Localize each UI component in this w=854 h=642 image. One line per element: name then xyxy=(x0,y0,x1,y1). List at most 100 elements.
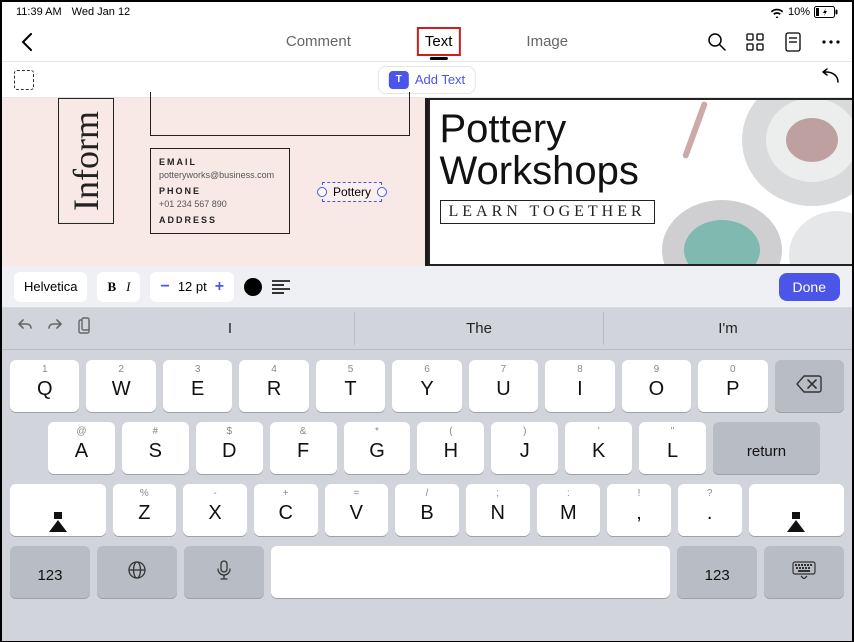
email-label: EMAIL xyxy=(159,157,281,167)
size-value: 12 pt xyxy=(178,279,207,294)
address-label: ADDRESS xyxy=(159,215,281,225)
align-button[interactable] xyxy=(272,280,290,294)
key-Q[interactable]: 1Q xyxy=(10,360,79,412)
page-left[interactable]: Inform EMAIL potteryworks@business.com P… xyxy=(2,98,425,266)
phone-value: +01 234 567 890 xyxy=(159,199,281,209)
battery-icon xyxy=(814,6,838,18)
key-A[interactable]: @A xyxy=(48,422,115,474)
key-H[interactable]: (H xyxy=(417,422,484,474)
back-button[interactable] xyxy=(12,27,42,57)
key-X[interactable]: -X xyxy=(183,484,247,536)
text-edit-box[interactable]: Pottery xyxy=(322,182,382,202)
key-.[interactable]: ?. xyxy=(678,484,742,536)
key-Y[interactable]: 6Y xyxy=(392,360,461,412)
tab-image[interactable]: Image xyxy=(520,29,574,54)
bold-button[interactable]: B xyxy=(107,279,116,295)
suggestion-3[interactable]: I'm xyxy=(604,312,852,345)
email-value: potteryworks@business.com xyxy=(159,170,281,180)
add-text-label: Add Text xyxy=(415,72,465,87)
key-,[interactable]: !, xyxy=(607,484,671,536)
key-123-right[interactable]: 123 xyxy=(677,546,757,598)
key-Z[interactable]: %Z xyxy=(113,484,177,536)
style-group: B I xyxy=(97,272,140,302)
kb-undo-icon[interactable] xyxy=(16,317,34,340)
suggestion-bar: I The I'm xyxy=(2,308,852,350)
screen: 11:39 AM Wed Jan 12 10% Comment Text Ima… xyxy=(0,0,854,642)
key-G[interactable]: *G xyxy=(344,422,411,474)
key-123-left[interactable]: 123 xyxy=(10,546,90,598)
shift-icon xyxy=(787,500,805,521)
add-text-button[interactable]: T Add Text xyxy=(378,66,476,94)
secondary-toolbar: T Add Text xyxy=(2,62,852,98)
key-return[interactable]: return xyxy=(713,422,820,474)
mic-icon xyxy=(217,560,231,585)
format-bar: Helvetica B I − 12 pt + Done xyxy=(2,266,852,308)
mode-tabs: Comment Text Image xyxy=(280,27,574,56)
page-right[interactable]: Pottery Workshops LEARN TOGETHER xyxy=(428,98,853,266)
key-space[interactable] xyxy=(271,546,671,598)
tab-text[interactable]: Text xyxy=(417,27,461,56)
key-K[interactable]: 'K xyxy=(565,422,632,474)
key-L[interactable]: "L xyxy=(639,422,706,474)
key-T[interactable]: 5T xyxy=(316,360,385,412)
globe-icon xyxy=(127,560,147,585)
font-selector[interactable]: Helvetica xyxy=(14,272,87,302)
top-frame xyxy=(150,92,410,136)
key-B[interactable]: /B xyxy=(395,484,459,536)
status-date: Wed Jan 12 xyxy=(72,6,131,18)
battery-percent: 10% xyxy=(788,6,810,18)
key-C[interactable]: +C xyxy=(254,484,318,536)
kb-clipboard-icon[interactable] xyxy=(76,317,92,340)
key-I[interactable]: 8I xyxy=(545,360,614,412)
inform-heading: Inform xyxy=(58,98,114,224)
grid-icon[interactable] xyxy=(744,31,766,53)
wifi-icon xyxy=(770,7,784,18)
done-button[interactable]: Done xyxy=(779,273,840,301)
phone-label: PHONE xyxy=(159,186,281,196)
size-group: − 12 pt + xyxy=(150,272,234,302)
page-icon[interactable] xyxy=(782,31,804,53)
key-M[interactable]: :M xyxy=(537,484,601,536)
selection-icon[interactable] xyxy=(14,70,34,90)
text-tool-icon: T xyxy=(389,71,409,89)
key-D[interactable]: $D xyxy=(196,422,263,474)
top-toolbar: Comment Text Image xyxy=(2,22,852,62)
pottery-photo xyxy=(652,98,852,266)
document-canvas[interactable]: Inform EMAIL potteryworks@business.com P… xyxy=(2,98,852,266)
hide-keyboard-icon xyxy=(792,561,816,584)
key-J[interactable]: )J xyxy=(491,422,558,474)
size-decrease[interactable]: − xyxy=(160,278,169,296)
key-hide-keyboard[interactable] xyxy=(764,546,844,598)
key-P[interactable]: 0P xyxy=(698,360,767,412)
key-shift-right[interactable] xyxy=(749,484,845,536)
key-mic[interactable] xyxy=(184,546,264,598)
tab-comment[interactable]: Comment xyxy=(280,29,357,54)
undo-icon[interactable] xyxy=(818,68,840,91)
key-V[interactable]: =V xyxy=(325,484,389,536)
color-swatch[interactable] xyxy=(244,278,262,296)
key-U[interactable]: 7U xyxy=(469,360,538,412)
more-icon[interactable] xyxy=(820,31,842,53)
shift-icon xyxy=(49,500,67,521)
key-backspace[interactable] xyxy=(775,360,844,412)
suggestion-1[interactable]: I xyxy=(106,312,355,345)
key-N[interactable]: ;N xyxy=(466,484,530,536)
status-time: 11:39 AM xyxy=(16,6,62,18)
key-E[interactable]: 3E xyxy=(163,360,232,412)
key-F[interactable]: &F xyxy=(270,422,337,474)
key-shift-left[interactable] xyxy=(10,484,106,536)
search-icon[interactable] xyxy=(706,31,728,53)
backspace-icon xyxy=(796,375,822,398)
key-R[interactable]: 4R xyxy=(239,360,308,412)
italic-button[interactable]: I xyxy=(126,279,130,295)
contact-box: EMAIL potteryworks@business.com PHONE +0… xyxy=(150,148,290,234)
suggestion-2[interactable]: The xyxy=(355,312,604,345)
kb-redo-icon[interactable] xyxy=(46,317,64,340)
keyboard: I The I'm 1Q2W3E4R5T6Y7U8I9O0P @A#S$D&F*… xyxy=(2,308,852,641)
size-increase[interactable]: + xyxy=(215,278,224,296)
key-W[interactable]: 2W xyxy=(86,360,155,412)
key-O[interactable]: 9O xyxy=(622,360,691,412)
key-globe[interactable] xyxy=(97,546,177,598)
key-S[interactable]: #S xyxy=(122,422,189,474)
learn-subtitle: LEARN TOGETHER xyxy=(440,200,655,224)
